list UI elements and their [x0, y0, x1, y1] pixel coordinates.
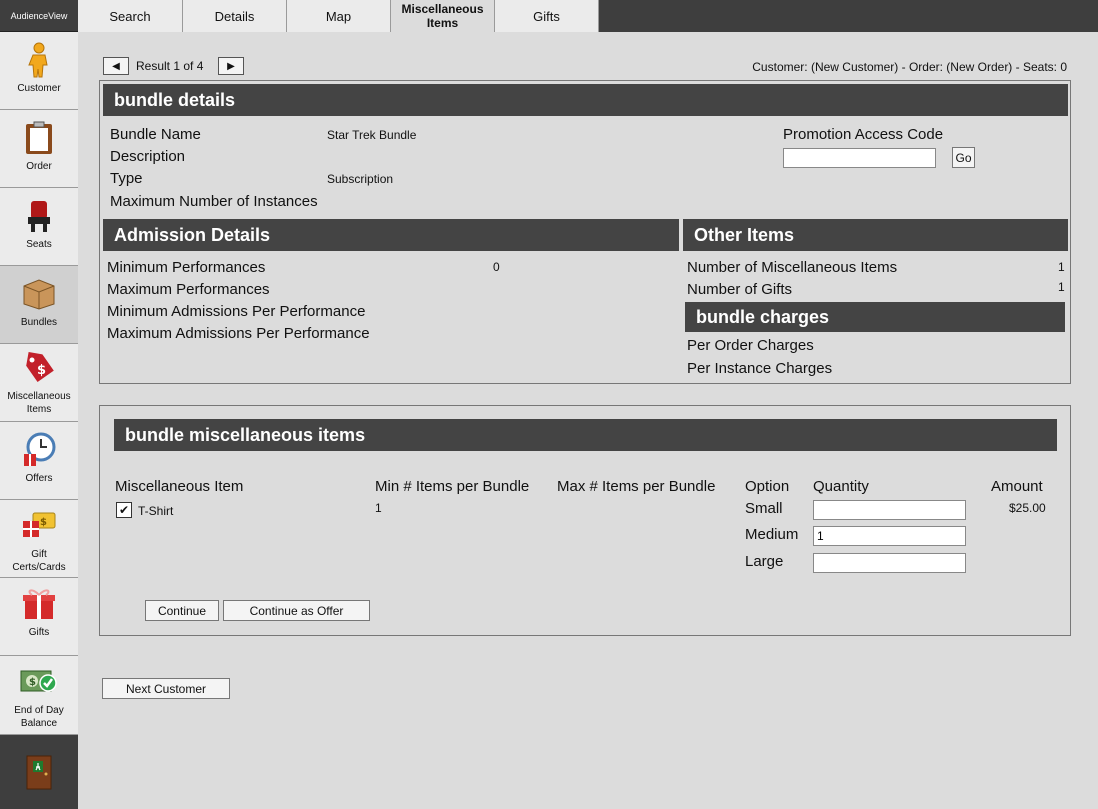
tab-map[interactable]: Map — [287, 0, 391, 32]
other-items-header: Other Items — [683, 219, 1068, 251]
sidebar-item-label: Miscellaneous Items — [7, 391, 71, 415]
bundle-name-value: Star Trek Bundle — [327, 128, 417, 142]
type-value: Subscription — [327, 172, 394, 186]
bundle-misc-items-header: bundle miscellaneous items — [114, 419, 1057, 451]
admission-details-header: Admission Details — [103, 219, 679, 251]
previous-result-button[interactable]: ◀ — [103, 57, 129, 75]
exit-door-icon — [26, 755, 52, 790]
type-label: Type — [110, 170, 143, 187]
price-tag-icon: $ — [19, 350, 59, 386]
seat-icon — [19, 198, 59, 234]
gifts-count-value: 1 — [1058, 280, 1065, 294]
bundle-charges-header: bundle charges — [685, 302, 1065, 332]
per-order-charges-label: Per Order Charges — [687, 337, 814, 354]
promotion-access-code-label: Promotion Access Code — [783, 126, 944, 143]
sidebar-item-label: End of Day Balance — [14, 705, 64, 729]
sidebar-item-seats[interactable]: Seats — [0, 188, 78, 266]
misc-items-count-value: 1 — [1058, 260, 1065, 274]
top-tab-bar: Search Details Map Miscellaneous Items G… — [78, 0, 1098, 32]
bundle-name-label: Bundle Name — [110, 126, 201, 143]
option-small-label: Small — [745, 500, 783, 517]
bundle-details-header: bundle details — [103, 84, 1068, 116]
sidebar-item-label: Bundles — [20, 317, 58, 328]
column-header-max-items: Max # Items per Bundle — [557, 478, 716, 495]
option-medium-label: Medium — [745, 526, 799, 543]
min-performances-label: Minimum Performances — [107, 259, 266, 276]
continue-as-offer-button[interactable]: Continue as Offer — [223, 600, 370, 621]
gift-icon — [19, 586, 59, 622]
clock-gift-icon — [19, 432, 59, 468]
tab-miscellaneous-items[interactable]: Miscellaneous Items — [391, 0, 495, 32]
sidebar-item-label: Seats — [26, 239, 52, 250]
continue-button[interactable]: Continue — [145, 600, 219, 621]
money-check-icon: $ — [19, 664, 59, 700]
quantity-small-input[interactable] — [813, 500, 966, 520]
tab-gifts[interactable]: Gifts — [495, 0, 599, 32]
sidebar-item-miscellaneous-items[interactable]: $ Miscellaneous Items — [0, 344, 78, 422]
svg-text:$: $ — [40, 517, 47, 528]
sidebar-item-label: Gifts — [28, 627, 50, 638]
next-result-button[interactable]: ▶ — [218, 57, 244, 75]
tab-search[interactable]: Search — [78, 0, 183, 32]
sidebar: AudienceView Customer Order Seats Bundle… — [0, 0, 78, 809]
svg-text:$: $ — [29, 677, 36, 688]
sidebar-item-end-of-day-balance[interactable]: $ End of Day Balance — [0, 656, 78, 735]
svg-text:$: $ — [37, 363, 46, 378]
misc-item-min: 1 — [375, 501, 382, 515]
sidebar-item-offers[interactable]: Offers — [0, 422, 78, 500]
max-admissions-label: Maximum Admissions Per Performance — [107, 325, 370, 342]
per-instance-charges-label: Per Instance Charges — [687, 360, 833, 377]
max-performances-label: Maximum Performances — [107, 281, 270, 298]
column-header-misc-item: Miscellaneous Item — [115, 478, 244, 495]
column-header-min-items: Min # Items per Bundle — [375, 478, 530, 495]
checkmark-icon: ✔ — [118, 503, 130, 517]
customer-order-status: Customer: (New Customer) - Order: (New O… — [752, 60, 1067, 74]
min-admissions-label: Minimum Admissions Per Performance — [107, 303, 366, 320]
gift-card-icon: $ — [19, 508, 59, 544]
column-header-option: Option — [745, 478, 790, 495]
arrow-right-icon: ▶ — [227, 60, 235, 72]
sidebar-item-customer[interactable]: Customer — [0, 32, 78, 110]
misc-items-count-label: Number of Miscellaneous Items — [687, 259, 898, 276]
t-shirt-checkbox[interactable]: ✔ — [116, 502, 132, 518]
sidebar-item-label: Customer — [17, 83, 61, 94]
sidebar-item-label: Order — [26, 161, 52, 172]
sidebar-item-gifts[interactable]: Gifts — [0, 578, 78, 656]
promotion-access-code-input[interactable] — [783, 148, 936, 168]
brand-logo: AudienceView — [0, 0, 78, 32]
sidebar-item-label: Gift Certs/Cards — [12, 549, 66, 573]
person-icon — [19, 42, 59, 78]
arrow-left-icon: ◀ — [112, 60, 120, 72]
clipboard-icon — [19, 120, 59, 156]
sidebar-item-label: Offers — [25, 473, 53, 484]
exit-door-button[interactable] — [0, 735, 78, 809]
sidebar-item-order[interactable]: Order — [0, 110, 78, 188]
tab-details[interactable]: Details — [183, 0, 287, 32]
column-header-quantity: Quantity — [813, 478, 869, 495]
result-counter: Result 1 of 4 — [136, 59, 204, 73]
next-customer-button[interactable]: Next Customer — [102, 678, 230, 699]
gifts-count-label: Number of Gifts — [687, 281, 793, 298]
sidebar-item-bundles[interactable]: Bundles — [0, 266, 78, 344]
go-button[interactable]: Go — [952, 147, 975, 168]
column-header-amount: Amount — [991, 478, 1043, 495]
description-label: Description — [110, 148, 186, 165]
misc-item-name: T-Shirt — [138, 504, 174, 518]
quantity-large-input[interactable] — [813, 553, 966, 573]
quantity-medium-input[interactable] — [813, 526, 966, 546]
misc-item-amount: $25.00 — [1009, 501, 1046, 515]
min-performances-value: 0 — [493, 260, 500, 274]
option-large-label: Large — [745, 553, 784, 570]
box-icon — [19, 276, 59, 312]
sidebar-item-gift-certs-cards[interactable]: $ Gift Certs/Cards — [0, 500, 78, 578]
max-instances-label: Maximum Number of Instances — [110, 193, 318, 210]
